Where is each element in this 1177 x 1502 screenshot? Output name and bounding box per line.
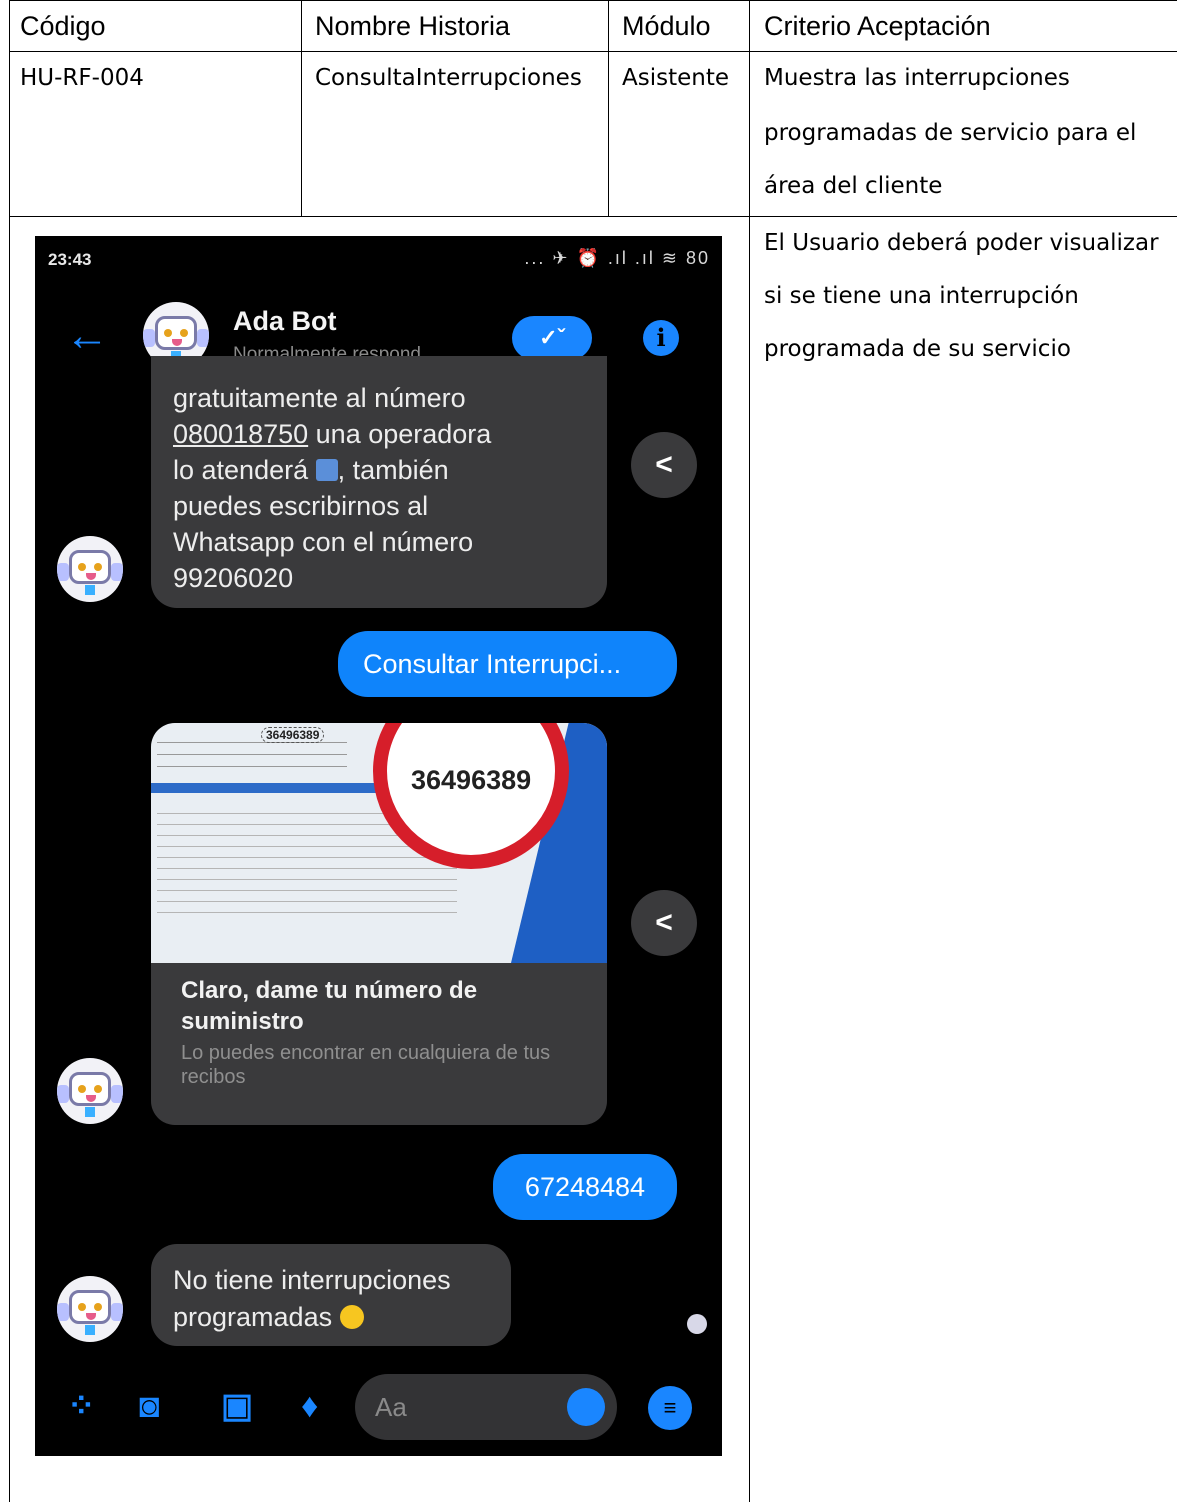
- messenger-screenshot: 23:43 ... ✈ ⏰ .ıl .ıl ≋ 80 ← Ada Bot Nor…: [35, 236, 722, 1456]
- status-time: 23:43: [48, 250, 92, 269]
- smile-emoji-icon: [339, 1305, 364, 1329]
- microphone-icon[interactable]: ♦: [301, 1386, 318, 1426]
- back-arrow-icon[interactable]: ←: [65, 314, 109, 358]
- bot-message-contact: gratuitamente al número 080018750 una op…: [151, 356, 607, 608]
- table-col-divider-3: [749, 0, 750, 1502]
- info-icon[interactable]: i: [643, 320, 679, 356]
- table-col-divider-1: [301, 0, 302, 217]
- apps-grid-icon[interactable]: ⁘: [67, 1386, 96, 1426]
- header-criterio-aceptacion: Criterio Aceptación: [764, 11, 991, 41]
- worker-emoji-icon: [315, 459, 338, 481]
- bot-avatar-message: [57, 1276, 123, 1342]
- message-composer: [355, 1374, 617, 1440]
- bot-name[interactable]: Ada Bot: [233, 306, 337, 337]
- bot-card-suministro: 36496389 36496389 Claro, dame tu número …: [151, 723, 607, 1125]
- header-codigo: Código: [20, 11, 106, 41]
- table-border-top: [9, 0, 1177, 1]
- user-message-consult: Consultar Interrupci...: [338, 631, 677, 697]
- menu-icon[interactable]: ≡: [648, 1386, 692, 1430]
- bot-avatar-message: [57, 536, 123, 602]
- cell-codigo: HU-RF-004: [20, 65, 144, 91]
- cell-criterio2-line-1: El Usuario deberá poder visualizar: [764, 230, 1159, 256]
- cell-criterio2-line-2: si se tiene una interrupción: [764, 283, 1079, 309]
- seen-indicator-avatar: [687, 1314, 707, 1334]
- receipt-image[interactable]: 36496389 36496389: [151, 723, 607, 963]
- user-message-number: 67248484: [493, 1154, 677, 1220]
- share-icon[interactable]: <: [631, 432, 697, 498]
- header-nombre-historia: Nombre Historia: [315, 11, 511, 41]
- emoji-icon[interactable]: [567, 1388, 605, 1426]
- table-border-left: [9, 0, 10, 1502]
- card-title: Claro, dame tu número de suministro: [181, 977, 478, 1035]
- cell-criterio-line-2: programadas de servicio para el: [764, 120, 1137, 146]
- card-subtitle: Lo puedes encontrar en cualquiera de tus…: [181, 1042, 551, 1088]
- receipt-ref-number: 36496389: [261, 727, 325, 743]
- header-modulo: Módulo: [622, 11, 711, 41]
- bot-avatar-message: [57, 1058, 123, 1124]
- phone-number-link[interactable]: 080018750: [173, 419, 308, 449]
- cell-criterio-line-3: área del cliente: [764, 173, 943, 199]
- camera-icon[interactable]: ◙: [139, 1386, 160, 1426]
- check-icon[interactable]: ✓ˇ: [512, 316, 592, 360]
- gallery-icon[interactable]: ▣: [221, 1386, 253, 1426]
- table-col-divider-2: [608, 0, 609, 217]
- bot-message-result: No tiene interrupciones programadas: [151, 1244, 511, 1346]
- magnified-number: 36496389: [411, 765, 532, 795]
- cell-nombre: ConsultaInterrupciones: [315, 65, 582, 91]
- cell-criterio-line-1: Muestra las interrupciones: [764, 65, 1070, 91]
- status-icons: ... ✈ ⏰ .ıl .ıl ≋ 80: [524, 248, 710, 268]
- cell-criterio2-line-3: programada de su servicio: [764, 336, 1071, 362]
- share-icon[interactable]: <: [631, 890, 697, 956]
- cell-modulo: Asistente: [622, 65, 730, 91]
- msg-line: gratuitamente al número: [173, 383, 466, 413]
- message-input[interactable]: [375, 1374, 555, 1440]
